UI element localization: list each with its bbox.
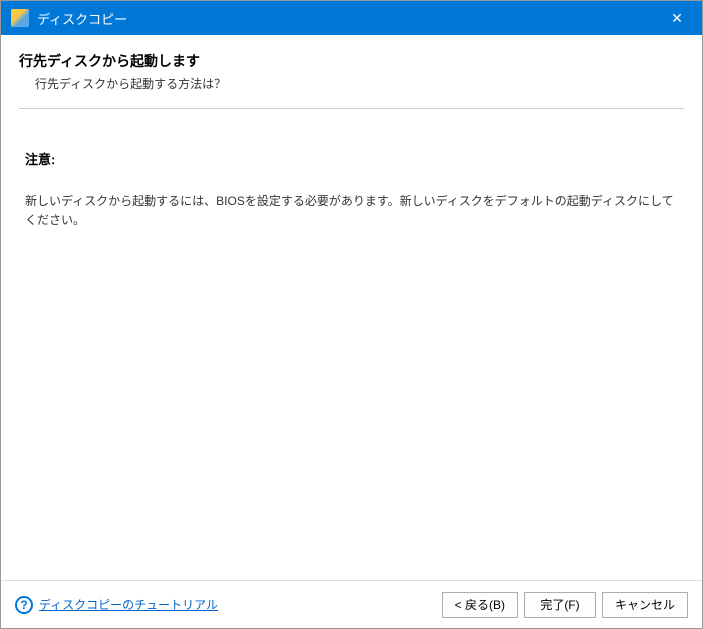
app-icon: [11, 9, 29, 27]
page-subheading: 行先ディスクから起動する方法は？: [35, 75, 684, 92]
close-icon: ✕: [671, 10, 683, 27]
page-heading: 行先ディスクから起動します: [19, 51, 684, 71]
tutorial-link[interactable]: ディスクコピーのチュートリアル: [39, 596, 218, 613]
note-label: 注意:: [25, 149, 684, 168]
content-area: 行先ディスクから起動します 行先ディスクから起動する方法は？ 注意: 新しいディ…: [1, 35, 702, 580]
cancel-button[interactable]: キャンセル: [602, 592, 688, 618]
divider: [19, 108, 684, 109]
titlebar: ディスクコピー ✕: [1, 1, 702, 35]
note-text: 新しいディスクから起動するには、BIOSを設定する必要があります。新しいディスク…: [25, 192, 684, 230]
finish-button[interactable]: 完了(F): [524, 592, 596, 618]
close-button[interactable]: ✕: [662, 1, 692, 35]
back-button[interactable]: < 戻る(B): [442, 592, 518, 618]
help-icon[interactable]: ?: [15, 596, 33, 614]
footer: ? ディスクコピーのチュートリアル < 戻る(B) 完了(F) キャンセル: [1, 580, 702, 628]
window-title: ディスクコピー: [37, 9, 662, 28]
